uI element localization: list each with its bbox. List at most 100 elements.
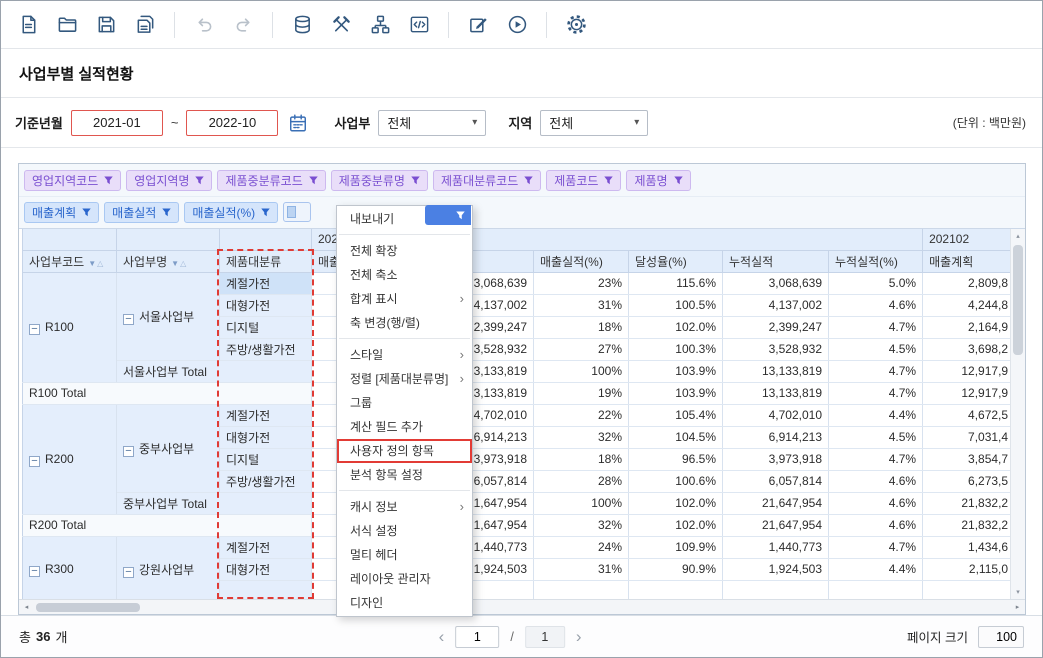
value-cell[interactable]: 90.9% bbox=[629, 558, 723, 580]
value-cell[interactable]: 4.7% bbox=[829, 316, 923, 338]
tools-icon[interactable] bbox=[328, 12, 354, 38]
edit-icon[interactable] bbox=[465, 12, 491, 38]
vertical-scroll-thumb[interactable] bbox=[1013, 245, 1023, 355]
value-cell[interactable]: 4.6% bbox=[829, 514, 923, 536]
date-from-input[interactable] bbox=[71, 110, 163, 136]
value-cell[interactable]: 4,244,8 bbox=[923, 294, 1010, 316]
run-icon[interactable] bbox=[504, 12, 530, 38]
value-cell[interactable]: 3,973,918 bbox=[723, 448, 829, 470]
grandtotal-label-cell[interactable]: R100 Total bbox=[23, 382, 312, 404]
open-folder-icon[interactable] bbox=[54, 12, 80, 38]
value-cell[interactable]: 3,068,639 bbox=[723, 272, 829, 294]
undo-icon[interactable] bbox=[191, 12, 217, 38]
filter-funnel-icon[interactable] bbox=[261, 208, 270, 217]
prev-page-button[interactable]: ‹ bbox=[439, 627, 445, 647]
scroll-up-icon[interactable]: ▴ bbox=[1011, 229, 1025, 243]
value-cell[interactable]: 1,924,503 bbox=[723, 558, 829, 580]
dimension-chip[interactable]: 제품명 bbox=[626, 170, 690, 191]
date-to-input[interactable] bbox=[186, 110, 278, 136]
menu-item[interactable]: 합계 표시› bbox=[337, 287, 472, 311]
value-cell[interactable]: 100% bbox=[534, 492, 629, 514]
value-cell[interactable]: 3,528,932 bbox=[723, 338, 829, 360]
division-select[interactable]: 전체▾ bbox=[378, 110, 486, 136]
value-cell[interactable]: 4.5% bbox=[829, 338, 923, 360]
menu-item[interactable]: 디자인 bbox=[337, 591, 472, 615]
value-cell[interactable]: 104.5% bbox=[629, 426, 723, 448]
category-cell[interactable]: 계절가전 bbox=[220, 272, 312, 294]
group-cell-division-name[interactable]: −서울사업부 bbox=[117, 272, 220, 360]
value-cell[interactable]: 6,057,814 bbox=[723, 470, 829, 492]
value-cell[interactable]: 4.7% bbox=[829, 448, 923, 470]
menu-item[interactable]: 서식 설정 bbox=[337, 519, 472, 543]
value-cell[interactable]: 100% bbox=[534, 360, 629, 382]
menu-item[interactable]: 레이아웃 관리자 bbox=[337, 567, 472, 591]
group-cell-division-name[interactable]: −중부사업부 bbox=[117, 404, 220, 492]
value-cell[interactable]: 24% bbox=[534, 536, 629, 558]
category-cell[interactable]: 주방/생활가전 bbox=[220, 470, 312, 492]
filter-funnel-icon[interactable] bbox=[604, 176, 613, 185]
value-cell[interactable]: 4.6% bbox=[829, 294, 923, 316]
measure-chip[interactable]: 매출계획 bbox=[24, 202, 99, 223]
category-cell[interactable]: 주방/생활가전 bbox=[220, 338, 312, 360]
value-cell[interactable]: 5.0% bbox=[829, 272, 923, 294]
save-icon[interactable] bbox=[93, 12, 119, 38]
dimension-chip[interactable]: 제품중분류명 bbox=[331, 170, 428, 191]
value-cell[interactable]: 7,031,4 bbox=[923, 426, 1010, 448]
horizontal-scroll-thumb[interactable] bbox=[36, 603, 140, 612]
value-cell[interactable]: 4,137,002 bbox=[723, 294, 829, 316]
value-cell[interactable]: 21,832,2 bbox=[923, 492, 1010, 514]
chip-placeholder[interactable] bbox=[283, 202, 311, 222]
filter-funnel-icon[interactable] bbox=[195, 176, 204, 185]
current-page-input[interactable] bbox=[455, 626, 499, 648]
value-cell[interactable]: 3,854,7 bbox=[923, 448, 1010, 470]
value-cell[interactable]: 18% bbox=[534, 316, 629, 338]
selected-chip-fragment[interactable] bbox=[425, 205, 471, 225]
value-cell[interactable]: 96.5% bbox=[629, 448, 723, 470]
dimension-chip[interactable]: 제품대분류코드 bbox=[433, 170, 541, 191]
value-cell[interactable]: 4.6% bbox=[829, 470, 923, 492]
filter-funnel-icon[interactable] bbox=[309, 176, 318, 185]
category-cell[interactable]: 대형가전 bbox=[220, 426, 312, 448]
value-cell[interactable]: 31% bbox=[534, 294, 629, 316]
value-cell[interactable]: 2,164,9 bbox=[923, 316, 1010, 338]
column-header-cumulative-pct[interactable]: 누적실적(%) bbox=[829, 250, 923, 272]
group-cell-division-code[interactable]: −R300 bbox=[23, 536, 117, 599]
value-cell[interactable]: 31% bbox=[534, 558, 629, 580]
value-cell[interactable] bbox=[923, 580, 1010, 599]
scroll-down-icon[interactable]: ▾ bbox=[1011, 585, 1025, 599]
value-cell[interactable] bbox=[723, 580, 829, 599]
value-cell[interactable]: 3,698,2 bbox=[923, 338, 1010, 360]
value-cell[interactable] bbox=[629, 580, 723, 599]
value-cell[interactable]: 4.5% bbox=[829, 426, 923, 448]
new-document-icon[interactable] bbox=[15, 12, 41, 38]
dimension-chip[interactable]: 제품중분류코드 bbox=[217, 170, 325, 191]
column-header-achievement-pct[interactable]: 달성율(%) bbox=[629, 250, 723, 272]
group-cell-division-name[interactable]: −강원사업부 bbox=[117, 536, 220, 599]
category-cell[interactable]: 대형가전 bbox=[220, 294, 312, 316]
redo-icon[interactable] bbox=[230, 12, 256, 38]
menu-item[interactable]: 스타일› bbox=[337, 343, 472, 367]
value-cell[interactable]: 109.9% bbox=[629, 536, 723, 558]
value-cell[interactable]: 2,399,247 bbox=[723, 316, 829, 338]
value-cell[interactable]: 1,440,773 bbox=[723, 536, 829, 558]
menu-item[interactable]: 계산 필드 추가 bbox=[337, 415, 472, 439]
value-cell[interactable]: 100.3% bbox=[629, 338, 723, 360]
value-cell[interactable]: 102.0% bbox=[629, 492, 723, 514]
value-cell[interactable]: 32% bbox=[534, 426, 629, 448]
value-cell[interactable]: 1,434,6 bbox=[923, 536, 1010, 558]
value-cell[interactable]: 4.6% bbox=[829, 492, 923, 514]
measure-chip[interactable]: 매출실적(%) bbox=[184, 202, 278, 223]
value-cell[interactable]: 103.9% bbox=[629, 382, 723, 404]
column-header-category[interactable]: 제품대분류 bbox=[220, 250, 312, 272]
value-cell[interactable]: 6,914,213 bbox=[723, 426, 829, 448]
category-cell[interactable]: 디지털 bbox=[220, 316, 312, 338]
value-cell[interactable] bbox=[829, 580, 923, 599]
dimension-chip[interactable]: 영업지역명 bbox=[126, 170, 212, 191]
value-cell[interactable]: 100.6% bbox=[629, 470, 723, 492]
value-cell[interactable]: 4,702,010 bbox=[723, 404, 829, 426]
value-cell[interactable]: 19% bbox=[534, 382, 629, 404]
calendar-icon[interactable] bbox=[288, 113, 308, 133]
settings-gear-icon[interactable] bbox=[563, 12, 589, 38]
menu-item[interactable]: 그룹 bbox=[337, 391, 472, 415]
filter-funnel-icon[interactable] bbox=[411, 176, 420, 185]
